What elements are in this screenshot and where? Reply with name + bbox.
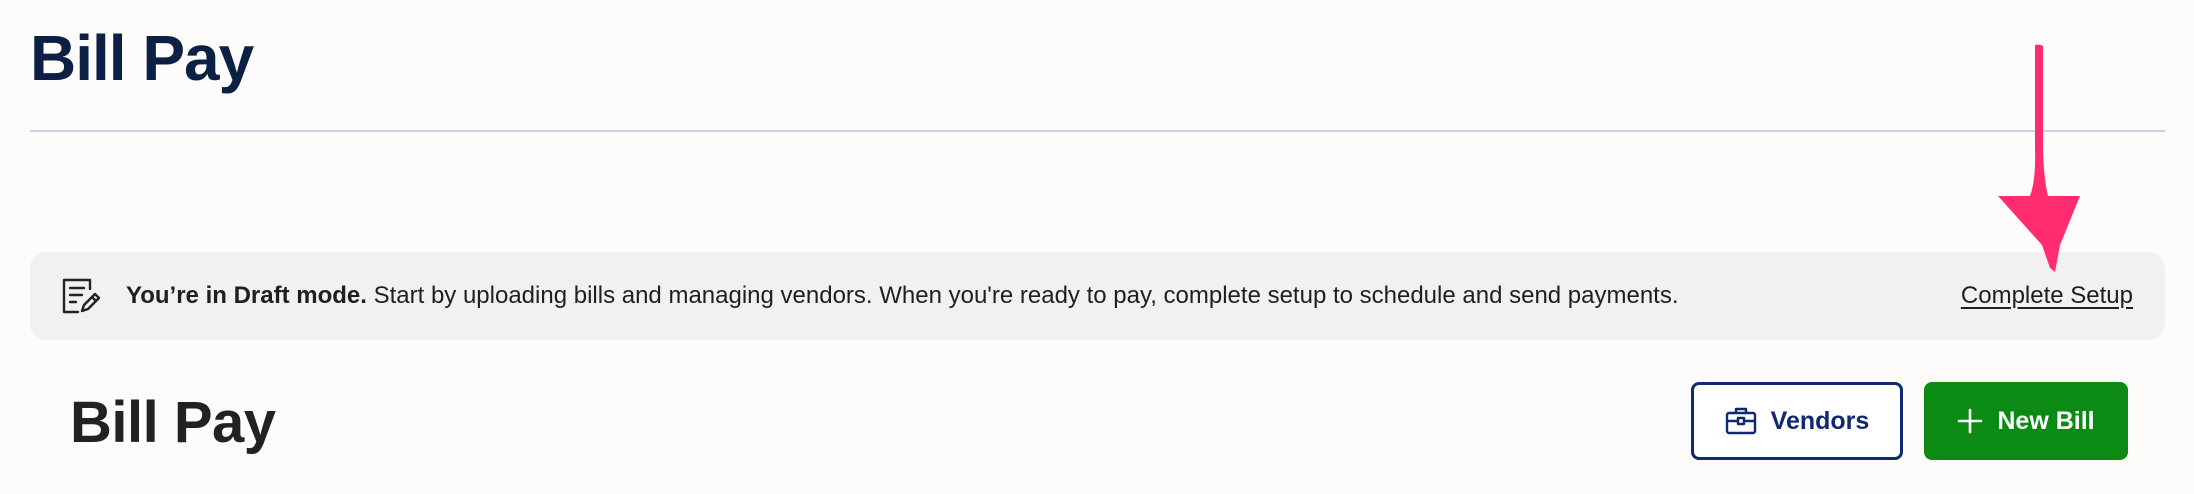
edit-document-icon [60, 275, 102, 317]
vendors-button[interactable]: Vendors [1691, 382, 1903, 460]
section-title: Bill Pay [70, 390, 276, 455]
vendors-button-label: Vendors [1770, 406, 1870, 435]
banner-bold-text: You’re in Draft mode. [126, 282, 367, 309]
header-divider [30, 130, 2165, 132]
page-title: Bill Pay [30, 22, 254, 94]
new-bill-button-label: New Bill [1997, 406, 2095, 435]
briefcase-icon [1725, 406, 1757, 436]
banner-message: You’re in Draft mode. Start by uploading… [126, 282, 1679, 310]
new-bill-button[interactable]: New Bill [1924, 382, 2128, 460]
banner-body-text: Start by uploading bills and managing ve… [366, 282, 1679, 309]
plus-icon [1957, 408, 1983, 434]
complete-setup-link[interactable]: Complete Setup [1961, 282, 2133, 310]
draft-mode-banner: You’re in Draft mode. Start by uploading… [30, 252, 2165, 340]
